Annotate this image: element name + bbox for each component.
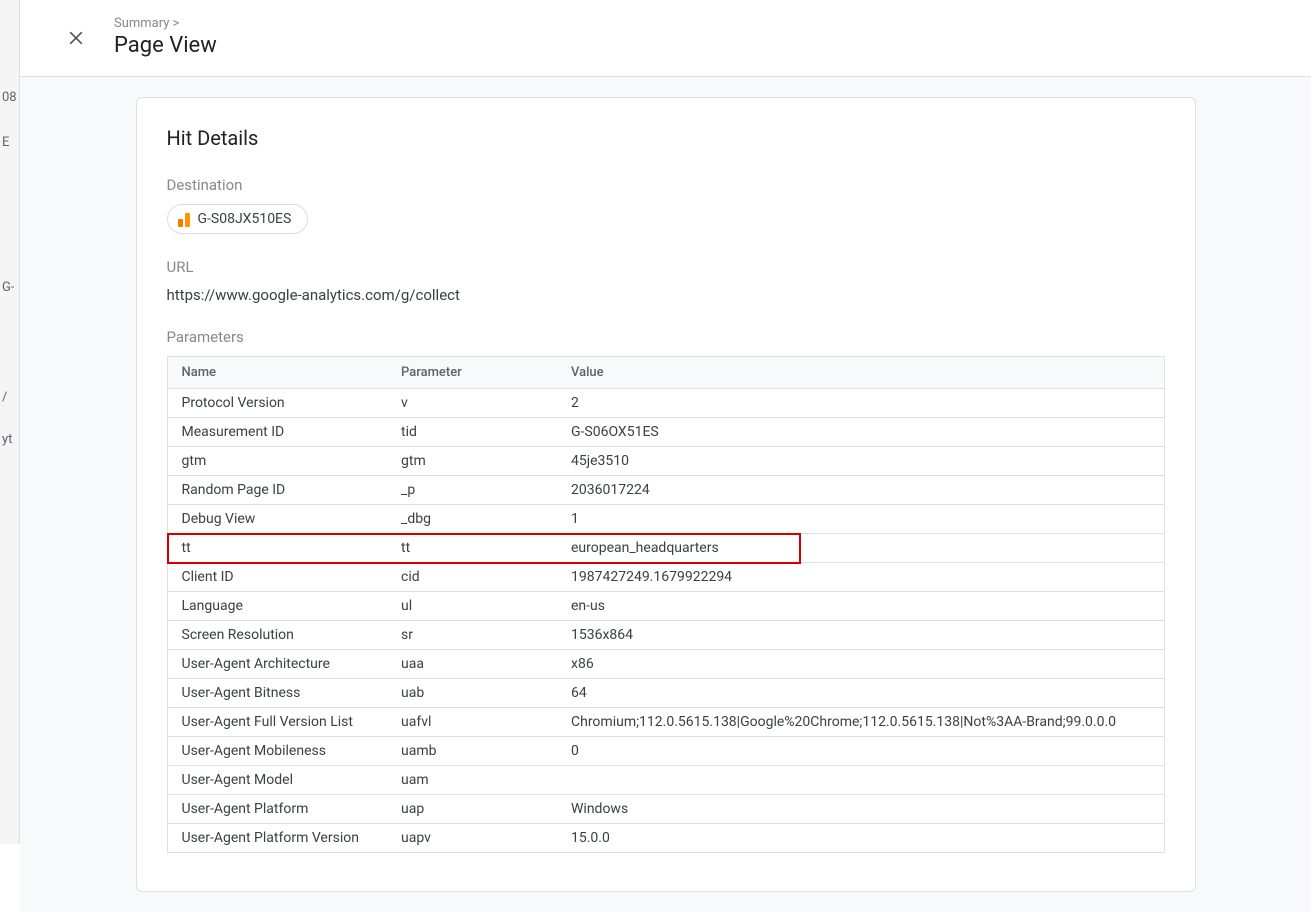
cell-value: 0 xyxy=(557,737,1164,766)
cell-name: Debug View xyxy=(167,505,387,534)
cell-param: ul xyxy=(387,592,557,621)
table-row: User-Agent Platform Versionuapv15.0.0 xyxy=(167,824,1164,853)
url-value: https://www.google-analytics.com/g/colle… xyxy=(167,286,1165,304)
cell-name: Measurement ID xyxy=(167,418,387,447)
destination-label: Destination xyxy=(167,176,1165,194)
cell-value: x86 xyxy=(557,650,1164,679)
cell-param: cid xyxy=(387,563,557,592)
analytics-icon xyxy=(178,211,190,227)
cell-name: User-Agent Bitness xyxy=(167,679,387,708)
table-row: User-Agent Full Version ListuafvlChromiu… xyxy=(167,708,1164,737)
cell-value: 2 xyxy=(557,389,1164,418)
cell-value xyxy=(557,766,1164,795)
th-param: Parameter xyxy=(387,357,557,389)
cell-param: tid xyxy=(387,418,557,447)
cell-name: User-Agent Platform Version xyxy=(167,824,387,853)
cell-name: Screen Resolution xyxy=(167,621,387,650)
content-area: Hit Details Destination G-S08JX510ES URL… xyxy=(20,77,1311,912)
cell-value: 1 xyxy=(557,505,1164,534)
cell-name: User-Agent Platform xyxy=(167,795,387,824)
cell-value: 15.0.0 xyxy=(557,824,1164,853)
cell-name: User-Agent Architecture xyxy=(167,650,387,679)
cell-value: G-S06OX51ES xyxy=(557,418,1164,447)
parameters-table: Name Parameter Value Protocol Versionv2M… xyxy=(167,356,1165,853)
cell-value: 64 xyxy=(557,679,1164,708)
cell-param: uapv xyxy=(387,824,557,853)
cell-name: Protocol Version xyxy=(167,389,387,418)
table-row: Debug View_dbg1 xyxy=(167,505,1164,534)
cell-name: User-Agent Full Version List xyxy=(167,708,387,737)
card-title: Hit Details xyxy=(167,126,1165,150)
table-row: Measurement IDtidG-S06OX51ES xyxy=(167,418,1164,447)
parameters-block: Parameters Name Parameter Value Protocol… xyxy=(167,328,1165,853)
cell-param: tt xyxy=(387,534,557,563)
cell-name: User-Agent Mobileness xyxy=(167,737,387,766)
th-name: Name xyxy=(167,357,387,389)
parameters-label: Parameters xyxy=(167,328,1165,346)
cell-name: gtm xyxy=(167,447,387,476)
cell-name: Random Page ID xyxy=(167,476,387,505)
table-row: User-Agent Bitnessuab64 xyxy=(167,679,1164,708)
cell-param: uab xyxy=(387,679,557,708)
cell-name: tt xyxy=(167,534,387,563)
table-row: Client IDcid1987427249.1679922294 xyxy=(167,563,1164,592)
cell-value: european_headquarters xyxy=(557,534,1164,563)
table-row: User-Agent PlatformuapWindows xyxy=(167,795,1164,824)
background-panel: 08 E G- / yt xyxy=(0,0,20,844)
hit-details-card: Hit Details Destination G-S08JX510ES URL… xyxy=(136,97,1196,892)
cell-name: User-Agent Model xyxy=(167,766,387,795)
url-label: URL xyxy=(167,258,1165,276)
cell-name: Language xyxy=(167,592,387,621)
side-panel: Summary > Page View Hit Details Destinat… xyxy=(20,0,1311,912)
cell-param: uaa xyxy=(387,650,557,679)
cell-param: v xyxy=(387,389,557,418)
panel-header: Summary > Page View xyxy=(20,0,1311,77)
close-button[interactable] xyxy=(62,24,90,56)
cell-param: gtm xyxy=(387,447,557,476)
cell-param: uam xyxy=(387,766,557,795)
cell-value: 2036017224 xyxy=(557,476,1164,505)
table-row: User-Agent Architectureuaax86 xyxy=(167,650,1164,679)
cell-value: Windows xyxy=(557,795,1164,824)
cell-value: en-us xyxy=(557,592,1164,621)
destination-block: Destination G-S08JX510ES xyxy=(167,176,1165,234)
destination-chip[interactable]: G-S08JX510ES xyxy=(167,204,309,234)
cell-param: uafvl xyxy=(387,708,557,737)
table-row: User-Agent Mobilenessuamb0 xyxy=(167,737,1164,766)
cell-value: 1536x864 xyxy=(557,621,1164,650)
destination-value: G-S08JX510ES xyxy=(198,211,292,227)
page-title: Page View xyxy=(114,33,1283,58)
cell-param: _dbg xyxy=(387,505,557,534)
cell-param: uamb xyxy=(387,737,557,766)
th-value: Value xyxy=(557,357,1164,389)
table-row: Languageulen-us xyxy=(167,592,1164,621)
table-row: Random Page ID_p2036017224 xyxy=(167,476,1164,505)
breadcrumb[interactable]: Summary > xyxy=(114,16,1283,31)
table-row: gtmgtm45je3510 xyxy=(167,447,1164,476)
cell-param: uap xyxy=(387,795,557,824)
cell-value: 1987427249.1679922294 xyxy=(557,563,1164,592)
cell-name: Client ID xyxy=(167,563,387,592)
cell-param: sr xyxy=(387,621,557,650)
url-block: URL https://www.google-analytics.com/g/c… xyxy=(167,258,1165,304)
parameters-table-wrap: Name Parameter Value Protocol Versionv2M… xyxy=(167,356,1165,853)
cell-value: Chromium;112.0.5615.138|Google%20Chrome;… xyxy=(557,708,1164,737)
table-row: User-Agent Modeluam xyxy=(167,766,1164,795)
cell-value: 45je3510 xyxy=(557,447,1164,476)
table-row: tttteuropean_headquarters xyxy=(167,534,1164,563)
table-row: Screen Resolutionsr1536x864 xyxy=(167,621,1164,650)
cell-param: _p xyxy=(387,476,557,505)
table-row: Protocol Versionv2 xyxy=(167,389,1164,418)
